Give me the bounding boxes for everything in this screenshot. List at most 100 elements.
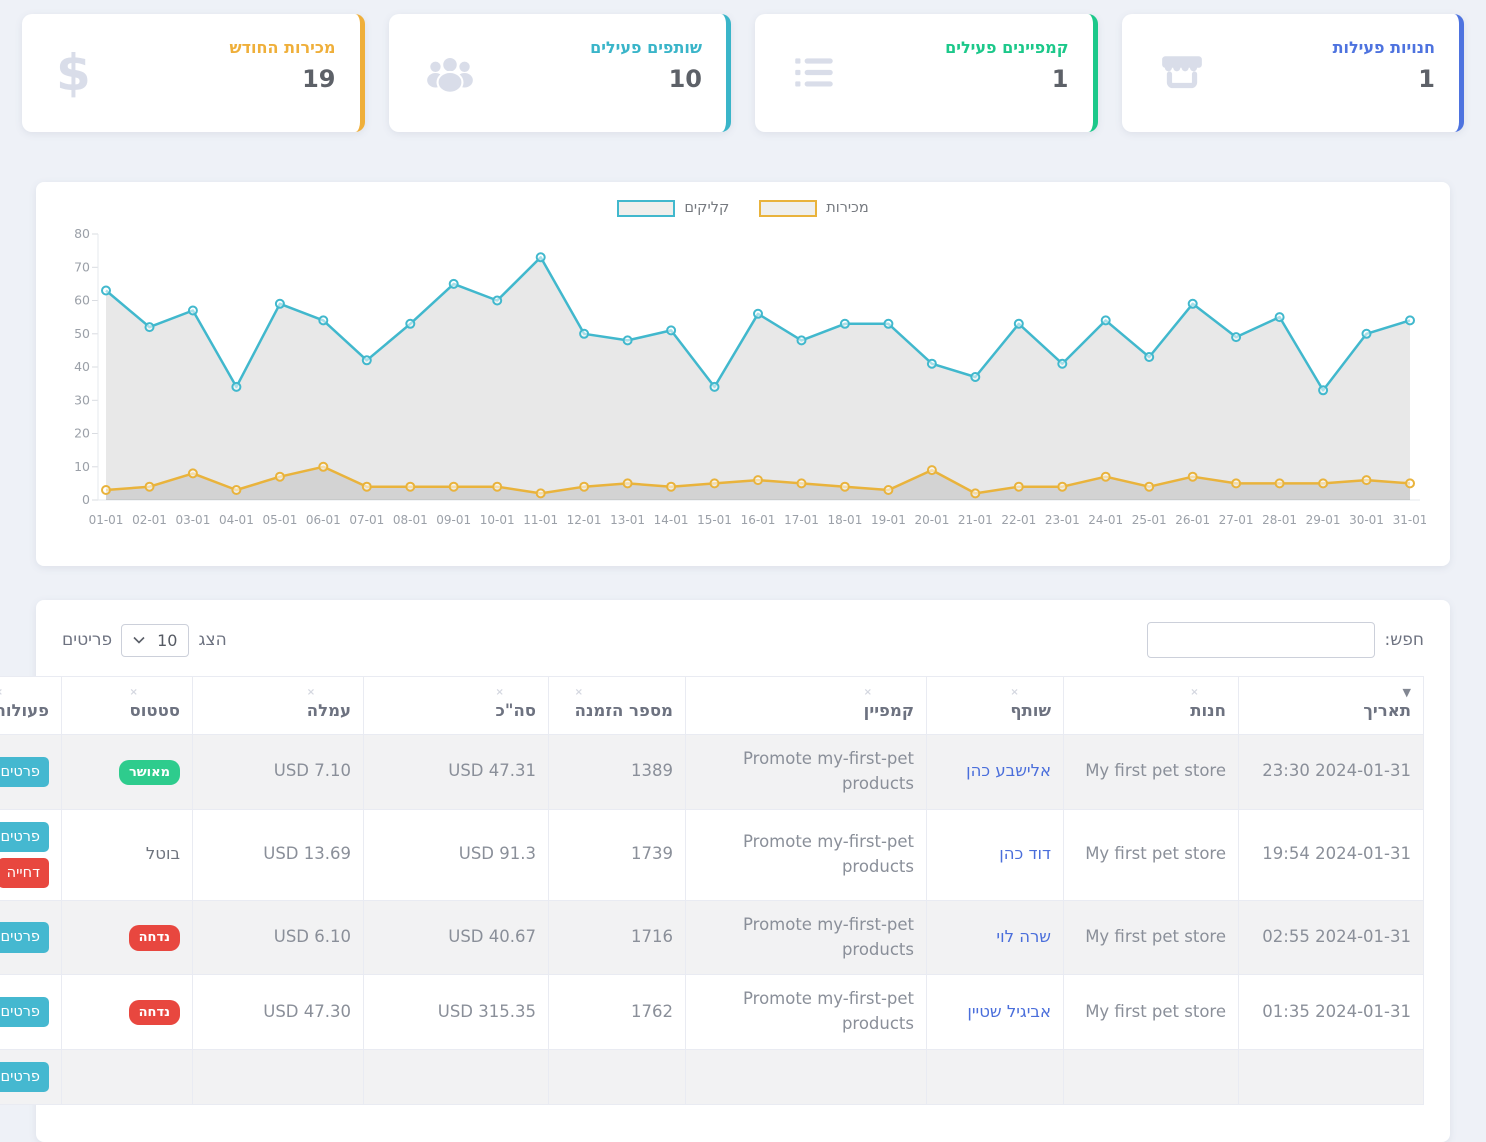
status-badge: נדחה [129, 1000, 180, 1026]
row-actions: פרטיםאישורדחייה [0, 822, 49, 888]
partner-link[interactable]: שרה לוי [996, 927, 1051, 946]
sort-icon: × [1190, 685, 1226, 701]
svg-text:16-01: 16-01 [741, 513, 776, 527]
column-label: חנות [1190, 701, 1226, 720]
sort-icon: × [129, 685, 180, 701]
legend-swatch [759, 200, 817, 217]
orders-table: ▼תאריך×חנות×שותף×קמפיין×מספר הזמנה×סה"כ×… [0, 676, 1424, 1105]
legend-swatch [617, 200, 675, 217]
legend-item: מכירות [759, 200, 868, 217]
legend-label: מכירות [826, 200, 868, 216]
legend-item: קליקים [617, 200, 729, 217]
table-row: 2024-01-31 02:55My first pet storeשרה לו… [0, 900, 1424, 975]
table-search: חפש: [1147, 622, 1425, 658]
chart-card: מכירותקליקים 0102030405060708001-0102-01… [36, 182, 1450, 566]
svg-text:13-01: 13-01 [610, 513, 645, 527]
svg-text:15-01: 15-01 [697, 513, 732, 527]
orders-table-card: חפש: הצג 10 פריטים ▼תאריך×חנות×שותף×קמפי… [36, 600, 1450, 1142]
column-label: פעולות [0, 701, 49, 720]
svg-text:29-01: 29-01 [1306, 513, 1341, 527]
cell-status: בוטל [62, 809, 193, 900]
sort-icon: × [496, 685, 537, 701]
table-row: 2024-01-31 19:54My first pet storeדוד כה… [0, 809, 1424, 900]
search-label: חפש: [1385, 630, 1425, 650]
svg-text:05-01: 05-01 [262, 513, 297, 527]
legend-label: קליקים [684, 200, 729, 216]
cell-partner: אביגיל שטיין [927, 975, 1064, 1050]
column-header-campaign[interactable]: ×קמפיין [686, 677, 927, 735]
column-header-date[interactable]: ▼תאריך [1239, 677, 1424, 735]
column-header-partner[interactable]: ×שותף [927, 677, 1064, 735]
svg-text:26-01: 26-01 [1175, 513, 1210, 527]
svg-text:24-01: 24-01 [1088, 513, 1123, 527]
svg-text:04-01: 04-01 [219, 513, 254, 527]
cell-status [62, 1049, 193, 1104]
cell-total: USD 47.31 [364, 735, 549, 810]
sort-icon: × [0, 685, 49, 701]
details-button[interactable]: פרטים [0, 822, 49, 852]
svg-text:31-01: 31-01 [1393, 513, 1426, 527]
stat-card-active-partners: שותפים פעילים10 [389, 14, 732, 132]
page-length-select[interactable]: 10 [121, 624, 189, 657]
svg-text:20: 20 [74, 426, 90, 441]
partner-link[interactable]: אלישבע כהן [966, 761, 1051, 780]
cell-date: 2024-01-31 02:55 [1239, 900, 1424, 975]
cell-store: My first pet store [1064, 809, 1239, 900]
cell-store: My first pet store [1064, 975, 1239, 1050]
svg-text:30-01: 30-01 [1349, 513, 1384, 527]
reject-button[interactable]: דחייה [0, 858, 49, 888]
stats-row: חנויות פעילות1קמפיינים פעילים1שותפים פעי… [0, 0, 1486, 132]
details-button[interactable]: פרטים [0, 997, 49, 1027]
cell-actions: פרטיםאישורדחייה [0, 809, 62, 900]
cell-campaign: Promote my-first-pet products [686, 735, 927, 810]
chevron-down-icon [133, 636, 145, 644]
column-header-commission[interactable]: ×עמלה [193, 677, 364, 735]
page-length-control: הצג 10 פריטים [62, 624, 227, 657]
cell-actions: פרטיםדחייה [0, 735, 62, 810]
svg-text:14-01: 14-01 [654, 513, 689, 527]
table-row: 2024-01-31 23:30My first pet storeאלישבע… [0, 735, 1424, 810]
status-badge: נדחה [129, 925, 180, 951]
partner-link[interactable]: דוד כהן [999, 844, 1051, 863]
partner-link[interactable]: אביגיל שטיין [967, 1002, 1051, 1021]
details-button[interactable]: פרטים [0, 922, 49, 952]
cell-campaign: Promote my-first-pet products [686, 900, 927, 975]
svg-text:25-01: 25-01 [1132, 513, 1167, 527]
details-button[interactable]: פרטים [0, 757, 49, 787]
column-header-actions[interactable]: ×פעולות [0, 677, 62, 735]
svg-text:40: 40 [74, 359, 90, 374]
svg-text:03-01: 03-01 [175, 513, 210, 527]
cell-commission: USD 7.10 [193, 735, 364, 810]
svg-text:27-01: 27-01 [1219, 513, 1254, 527]
table-row: 2024-01-31 01:35My first pet storeאביגיל… [0, 975, 1424, 1050]
column-header-status[interactable]: ×סטטוס [62, 677, 193, 735]
store-icon [1156, 50, 1208, 96]
cell-total [364, 1049, 549, 1104]
length-prefix: הצג [198, 630, 226, 650]
column-label: תאריך [1363, 701, 1411, 720]
column-label: מספר הזמנה [575, 701, 673, 720]
details-button[interactable]: פרטים [0, 1062, 49, 1092]
column-header-order[interactable]: ×מספר הזמנה [549, 677, 686, 735]
row-actions: פרטיםאישור [0, 922, 49, 952]
affiliate-dashboard-page: חנויות פעילות1קמפיינים פעילים1שותפים פעי… [0, 0, 1486, 1142]
cell-partner: שרה לוי [927, 900, 1064, 975]
column-header-store[interactable]: ×חנות [1064, 677, 1239, 735]
column-header-total[interactable]: ×סה"כ [364, 677, 549, 735]
cell-order [549, 1049, 686, 1104]
column-label: עמלה [307, 701, 351, 720]
cell-status: נדחה [62, 975, 193, 1050]
cell-status: מאושר [62, 735, 193, 810]
svg-text:23-01: 23-01 [1045, 513, 1080, 527]
svg-text:28-01: 28-01 [1262, 513, 1297, 527]
status-text: בוטל [146, 844, 180, 863]
cell-store: My first pet store [1064, 735, 1239, 810]
table-header-row: ▼תאריך×חנות×שותף×קמפיין×מספר הזמנה×סה"כ×… [0, 677, 1424, 735]
svg-text:70: 70 [74, 259, 90, 274]
sort-icon: × [575, 685, 673, 701]
length-value: 10 [157, 631, 177, 650]
cell-campaign [686, 1049, 927, 1104]
clicks-sales-chart: 0102030405060708001-0102-0103-0104-0105-… [44, 220, 1442, 558]
search-input[interactable] [1147, 622, 1375, 658]
stat-card-active-stores: חנויות פעילות1 [1122, 14, 1465, 132]
